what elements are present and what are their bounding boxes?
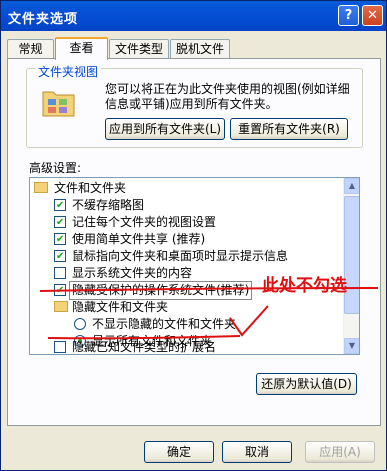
apply-button[interactable]: 应用(A) <box>305 441 375 463</box>
checkbox[interactable] <box>54 214 66 231</box>
title-bar[interactable]: 文件夹选项 ? ✕ <box>1 1 386 31</box>
folder-views-description: 您可以将正在为此文件夹使用的视图(例如详细信息或平铺)应用到所有文件夹。 <box>105 82 350 111</box>
apply-to-all-folders-button[interactable]: 应用到所有文件夹(L) <box>105 118 225 140</box>
folder-views-icon <box>42 91 75 117</box>
checkbox[interactable] <box>54 267 66 279</box>
folder-options-dialog: 文件夹选项 ? ✕ 常规 查看 文件类型 脱机文件 文件夹视图 您可以将正在为此… <box>0 0 387 471</box>
window-title: 文件夹选项 <box>8 12 79 27</box>
annotation-text: 此处不勾选 <box>262 276 347 296</box>
restore-defaults-button[interactable]: 还原为默认值(D) <box>256 373 357 395</box>
checkbox[interactable] <box>54 248 66 265</box>
advanced-settings-label: 高级设置: <box>29 161 82 175</box>
folder-views-title: 文件夹视图 <box>35 63 102 80</box>
scroll-up-arrow-icon[interactable]: ▲ <box>344 178 359 194</box>
scroll-down-arrow-icon[interactable]: ▼ <box>344 338 359 354</box>
checkbox[interactable] <box>54 231 66 248</box>
folder-icon <box>34 182 48 193</box>
help-button[interactable]: ? <box>338 5 359 26</box>
tab-general[interactable]: 常规 <box>7 39 54 59</box>
radio-button[interactable] <box>74 318 86 330</box>
checkbox[interactable] <box>54 341 66 353</box>
checkbox[interactable] <box>54 197 66 214</box>
checkbox[interactable] <box>54 282 66 299</box>
close-button[interactable]: ✕ <box>362 5 383 26</box>
tab-view[interactable]: 查看 <box>55 37 108 60</box>
tab-file-types[interactable]: 文件类型 <box>109 39 169 59</box>
reset-all-folders-button[interactable]: 重置所有文件夹(R) <box>230 118 348 140</box>
scroll-thumb[interactable] <box>344 196 359 314</box>
vertical-scrollbar[interactable]: ▲ ▼ <box>343 178 359 354</box>
cancel-button[interactable]: 取消 <box>222 441 292 463</box>
folder-icon <box>54 301 68 312</box>
advanced-settings-list[interactable]: 文件和文件夹 不缓存缩略图 记住每个文件夹的视图设置 使用简单文件共享 (推荐)… <box>29 177 360 355</box>
ok-button[interactable]: 确定 <box>144 441 214 463</box>
tab-offline-files[interactable]: 脱机文件 <box>170 39 230 59</box>
